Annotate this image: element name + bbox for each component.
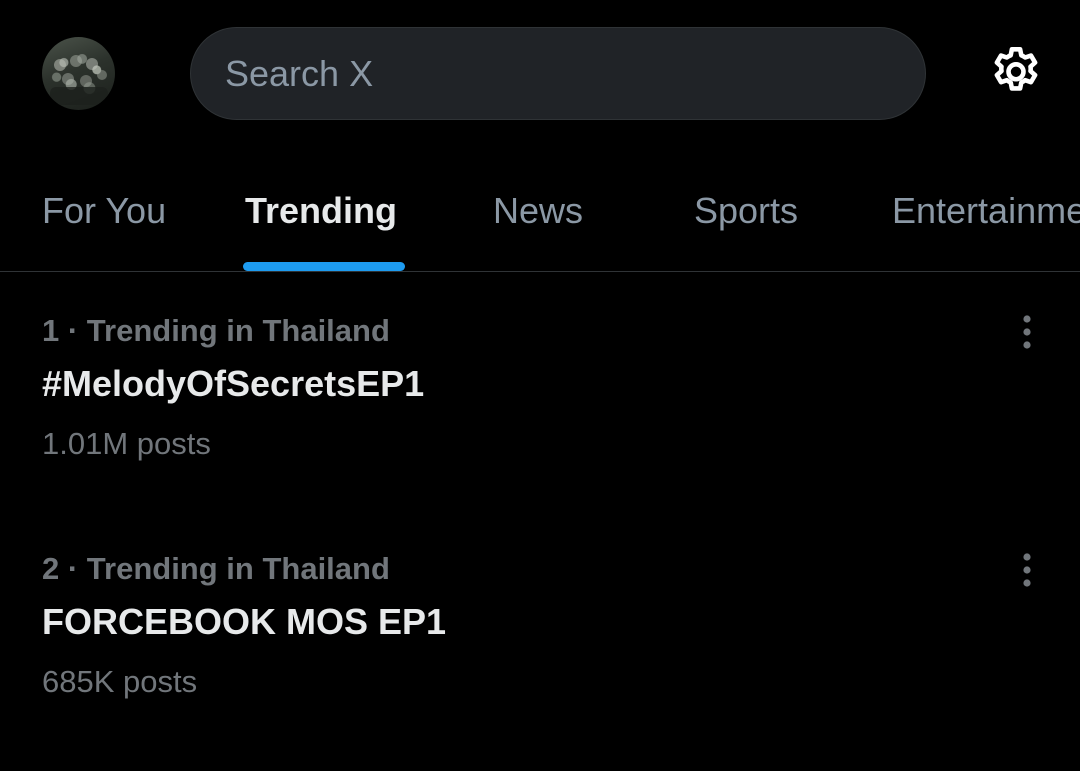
trend-context: 2 · Trending in Thailand <box>42 551 390 586</box>
settings-gear-icon[interactable] <box>987 43 1045 101</box>
trend-item[interactable]: 1 · Trending in Thailand #MelodyOfSecret… <box>0 313 1080 533</box>
trend-context: 1 · Trending in Thailand <box>42 313 390 348</box>
trend-title: FORCEBOOK MOS EP1 <box>42 601 447 642</box>
trend-title: #MelodyOfSecretsEP1 <box>42 363 425 404</box>
trend-item[interactable]: 2 · Trending in Thailand FORCEBOOK MOS E… <box>0 551 1080 771</box>
explore-tabs: For You Trending News Sports Entertainme… <box>0 150 1080 272</box>
top-bar <box>0 0 1080 150</box>
trend-post-count: 1.01M posts <box>42 426 211 461</box>
tab-news[interactable]: News <box>493 190 583 232</box>
tab-trending[interactable]: Trending <box>245 190 397 232</box>
active-tab-indicator <box>243 262 405 271</box>
profile-avatar[interactable] <box>42 37 115 110</box>
avatar-photo-icon <box>50 55 108 105</box>
search-input[interactable] <box>223 51 925 96</box>
more-vertical-icon[interactable] <box>1010 313 1044 353</box>
more-vertical-icon[interactable] <box>1010 551 1044 591</box>
tab-for-you[interactable]: For You <box>42 190 166 232</box>
trend-post-count: 685K posts <box>42 664 198 699</box>
tab-entertainment[interactable]: Entertainment <box>892 190 1080 232</box>
search-bar[interactable] <box>190 27 926 120</box>
tab-sports[interactable]: Sports <box>694 190 798 232</box>
